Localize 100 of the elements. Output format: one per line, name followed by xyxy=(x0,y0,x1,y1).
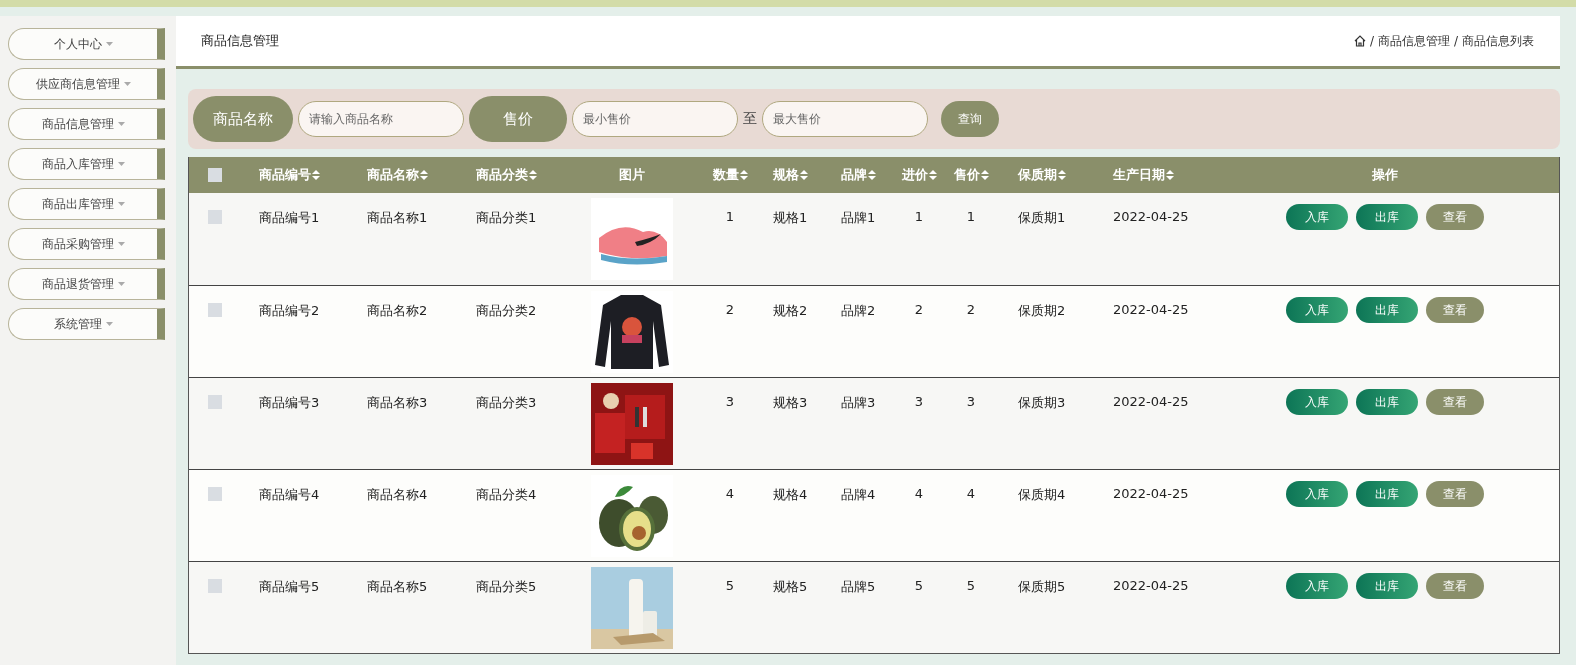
stock-out-button[interactable]: 出库 xyxy=(1356,389,1418,415)
view-button[interactable]: 查看 xyxy=(1426,204,1484,230)
table-cell: 2022-04-25 xyxy=(1113,209,1189,224)
sort-icon[interactable] xyxy=(928,170,937,180)
sidebar-item[interactable]: 个人中心 xyxy=(8,28,165,60)
column-header[interactable]: 保质期 xyxy=(1018,166,1066,184)
table-cell: 品牌2 xyxy=(841,302,876,320)
row-checkbox[interactable] xyxy=(208,395,222,409)
view-button[interactable]: 查看 xyxy=(1426,297,1484,323)
table-cell: 保质期1 xyxy=(1018,209,1066,227)
stock-out-button[interactable]: 出库 xyxy=(1356,481,1418,507)
table-cell: 商品编号5 xyxy=(259,578,320,596)
table-cell: 商品名称1 xyxy=(367,209,428,227)
table-cell: 商品分类2 xyxy=(476,302,537,320)
table-cell: 2 xyxy=(966,302,976,317)
column-header[interactable]: 售价 xyxy=(953,166,989,184)
sidebar-item[interactable]: 商品入库管理 xyxy=(8,148,165,180)
table-cell: 5 xyxy=(725,578,735,593)
caret-icon xyxy=(117,282,125,286)
sort-icon[interactable] xyxy=(529,170,537,180)
row-checkbox[interactable] xyxy=(208,303,222,317)
column-header[interactable]: 品牌 xyxy=(841,166,876,184)
stock-in-button[interactable]: 入库 xyxy=(1286,297,1348,323)
table-cell: 保质期5 xyxy=(1018,578,1066,596)
min-price-field[interactable]: 最小售价 xyxy=(572,101,738,137)
column-header[interactable]: 进价 xyxy=(901,166,937,184)
table-cell: 4 xyxy=(914,486,924,501)
table-cell: 品牌5 xyxy=(841,578,876,596)
sidebar-item[interactable]: 商品退货管理 xyxy=(8,268,165,300)
table-cell: 3 xyxy=(725,394,735,409)
table-cell: 商品名称3 xyxy=(367,394,428,412)
stock-in-button[interactable]: 入库 xyxy=(1286,573,1348,599)
stock-out-button[interactable]: 出库 xyxy=(1356,573,1418,599)
table-cell: 规格2 xyxy=(773,302,808,320)
column-header[interactable]: 数量 xyxy=(712,166,748,184)
breadcrumb-item[interactable]: 商品信息管理 xyxy=(1377,32,1450,50)
sort-icon[interactable] xyxy=(868,170,876,180)
table-cell: 品牌3 xyxy=(841,394,876,412)
sort-icon[interactable] xyxy=(980,170,989,180)
column-header: 操作 xyxy=(1372,166,1398,184)
table-cell: 2 xyxy=(725,302,735,317)
sidebar-item[interactable]: 系统管理 xyxy=(8,308,165,340)
home-icon[interactable] xyxy=(1353,35,1366,47)
table-cell: 3 xyxy=(914,394,924,409)
stock-in-button[interactable]: 入库 xyxy=(1286,389,1348,415)
stock-out-button[interactable]: 出库 xyxy=(1356,297,1418,323)
sort-icon[interactable] xyxy=(1166,170,1174,180)
sort-icon[interactable] xyxy=(800,170,808,180)
range-separator: 至 xyxy=(743,110,757,128)
caret-icon xyxy=(105,42,113,46)
table-cell: 保质期2 xyxy=(1018,302,1066,320)
sidebar-item[interactable]: 商品信息管理 xyxy=(8,108,165,140)
table-cell: 保质期3 xyxy=(1018,394,1066,412)
column-header[interactable]: 商品分类 xyxy=(476,166,537,184)
sort-icon[interactable] xyxy=(312,170,320,180)
stock-out-button[interactable]: 出库 xyxy=(1356,204,1418,230)
table-cell: 商品名称5 xyxy=(367,578,428,596)
view-button[interactable]: 查看 xyxy=(1426,573,1484,599)
table-cell: 1 xyxy=(725,209,735,224)
table-cell: 3 xyxy=(966,394,976,409)
sidebar-item[interactable]: 商品采购管理 xyxy=(8,228,165,260)
column-header[interactable]: 商品编号 xyxy=(259,166,320,184)
table-cell: 商品分类4 xyxy=(476,486,537,504)
sidebar-item[interactable]: 供应商信息管理 xyxy=(8,68,165,100)
table-cell: 商品编号3 xyxy=(259,394,320,412)
field-label: 售价 xyxy=(469,96,567,142)
name-search-field[interactable]: 请输入商品名称 xyxy=(298,101,464,137)
search-button[interactable]: 查询 xyxy=(941,101,999,137)
column-header[interactable]: 生产日期 xyxy=(1113,166,1174,184)
table-cell: 2022-04-25 xyxy=(1113,394,1189,409)
table-cell: 4 xyxy=(725,486,735,501)
stock-in-button[interactable]: 入库 xyxy=(1286,204,1348,230)
view-button[interactable]: 查看 xyxy=(1426,389,1484,415)
sidebar-item[interactable]: 商品出库管理 xyxy=(8,188,165,220)
table-cell: 2 xyxy=(914,302,924,317)
sort-icon[interactable] xyxy=(1058,170,1066,180)
table-cell: 规格4 xyxy=(773,486,808,504)
caret-icon xyxy=(117,202,125,206)
select-all-checkbox[interactable] xyxy=(208,168,222,182)
caret-icon xyxy=(105,322,113,326)
column-header[interactable]: 规格 xyxy=(773,166,808,184)
max-price-field[interactable]: 最大售价 xyxy=(762,101,928,137)
row-checkbox[interactable] xyxy=(208,579,222,593)
sort-icon[interactable] xyxy=(420,170,428,180)
table-cell: 商品分类1 xyxy=(476,209,537,227)
field-label: 商品名称 xyxy=(193,96,293,142)
table-cell: 商品名称4 xyxy=(367,486,428,504)
sort-icon[interactable] xyxy=(739,170,748,180)
table-cell: 品牌4 xyxy=(841,486,876,504)
caret-icon xyxy=(123,82,131,86)
table-cell: 规格1 xyxy=(773,209,808,227)
row-checkbox[interactable] xyxy=(208,210,222,224)
row-checkbox[interactable] xyxy=(208,487,222,501)
view-button[interactable]: 查看 xyxy=(1426,481,1484,507)
breadcrumb-item: 商品信息列表 xyxy=(1462,32,1534,50)
caret-icon xyxy=(117,122,125,126)
column-header[interactable]: 商品名称 xyxy=(367,166,428,184)
breadcrumb-separator: / xyxy=(1453,34,1458,48)
stock-in-button[interactable]: 入库 xyxy=(1286,481,1348,507)
table-cell: 品牌1 xyxy=(841,209,876,227)
